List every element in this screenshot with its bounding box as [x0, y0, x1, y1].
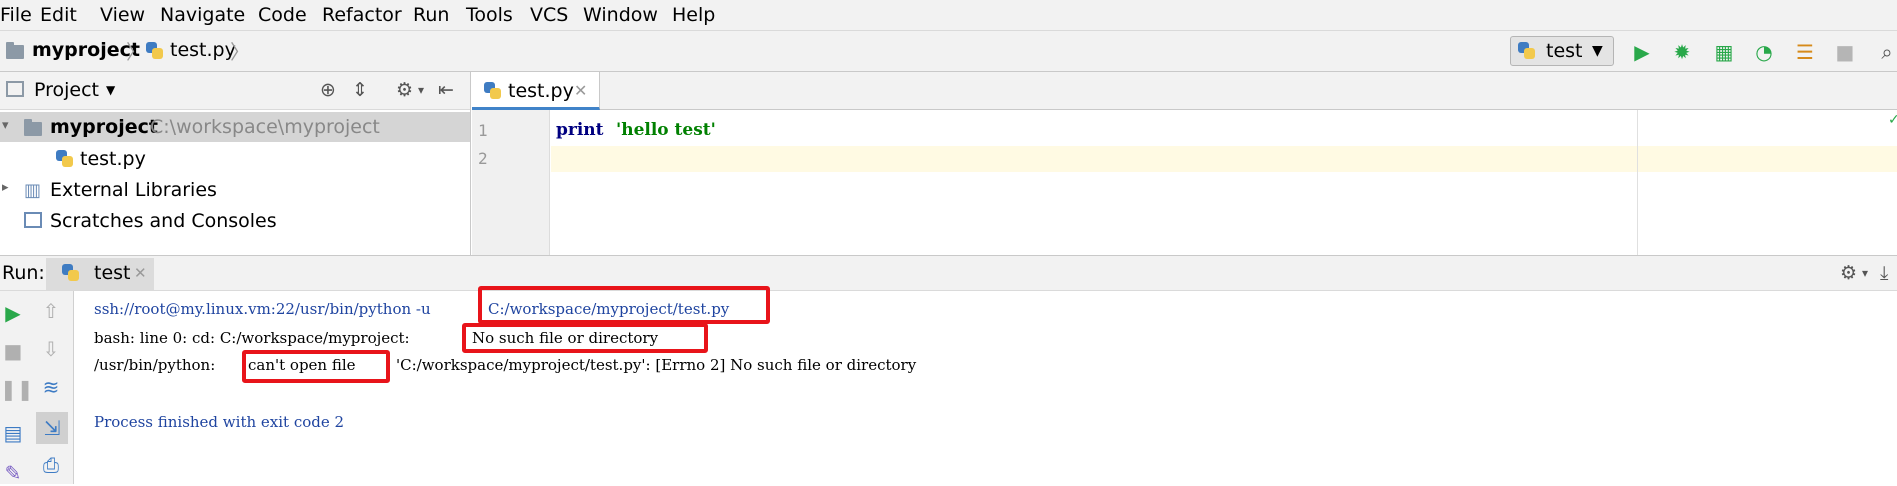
python-file-icon: [484, 82, 502, 100]
arrow-up-icon[interactable]: ⇧: [38, 298, 64, 324]
run-config-label: test: [1546, 40, 1583, 62]
soft-wrap-icon[interactable]: ≋: [38, 374, 64, 400]
debug-icon[interactable]: ✹: [1670, 40, 1694, 64]
breadcrumb-file[interactable]: test.py: [170, 38, 236, 62]
tree-file[interactable]: test.py: [80, 144, 146, 174]
python-run-icon: [62, 264, 80, 282]
editor-tab-bar: [472, 72, 1897, 110]
tree-scratches[interactable]: Scratches and Consoles: [50, 206, 277, 236]
restore-layout-icon[interactable]: ▤: [0, 420, 26, 446]
menu-help[interactable]: Help: [672, 3, 715, 27]
chevron-right-icon: 〉: [126, 40, 146, 64]
chevron-right-icon: 〉: [230, 40, 250, 64]
hide-panel-icon[interactable]: ⇤: [438, 77, 454, 103]
close-icon[interactable]: ✕: [134, 260, 147, 286]
menu-navigate[interactable]: Navigate: [160, 3, 245, 27]
menu-file[interactable]: File: [0, 3, 32, 27]
python-run-config-icon: [1518, 42, 1536, 60]
scroll-to-end-icon[interactable]: ⇲: [36, 412, 68, 444]
line-number: 1: [478, 121, 488, 140]
stop-icon[interactable]: ■: [0, 338, 26, 364]
line-number: 2: [478, 149, 488, 168]
minimize-icon[interactable]: ⤓: [1880, 260, 1888, 286]
chevron-down-icon[interactable]: ▼: [106, 77, 115, 103]
menu-edit[interactable]: Edit: [40, 3, 77, 27]
menu-code[interactable]: Code: [258, 3, 307, 27]
tree-external-libraries[interactable]: External Libraries: [50, 175, 217, 205]
gear-icon[interactable]: ⚙: [1840, 260, 1857, 286]
console-line-1-command: ssh://root@my.linux.vm:22/usr/bin/python…: [94, 300, 431, 318]
rerun-icon[interactable]: ▶: [0, 300, 26, 326]
python-file-icon: [146, 42, 164, 60]
folder-icon: [6, 42, 24, 59]
run-icon[interactable]: ▶: [1630, 40, 1654, 64]
console-line-3-prefix: /usr/bin/python:: [94, 356, 216, 374]
chevron-down-icon[interactable]: ▾: [2, 118, 9, 133]
chevron-right-icon[interactable]: ▸: [2, 180, 9, 195]
menu-run[interactable]: Run: [413, 3, 449, 27]
chevron-down-icon[interactable]: ▾: [418, 77, 424, 103]
profile-icon[interactable]: ◔: [1752, 40, 1776, 64]
menu-refactor[interactable]: Refactor: [322, 3, 402, 27]
library-icon: ▥: [24, 180, 42, 201]
locate-icon[interactable]: ⊕: [320, 77, 336, 103]
coverage-icon[interactable]: ▦: [1712, 40, 1736, 64]
highlight-box: [242, 350, 390, 383]
menu-window[interactable]: Window: [583, 3, 658, 27]
caret-line-highlight: [551, 146, 1897, 172]
gear-icon[interactable]: ⚙: [396, 77, 413, 103]
pause-icon[interactable]: ❚❚: [0, 376, 34, 402]
tree-root-name[interactable]: myproject: [50, 112, 158, 142]
code-keyword[interactable]: print: [556, 120, 604, 140]
settings-side-icon[interactable]: ✎: [0, 460, 26, 486]
menu-view[interactable]: View: [100, 3, 145, 27]
run-panel-header: [0, 255, 1897, 291]
concurrency-icon[interactable]: ☰: [1793, 40, 1817, 64]
tree-root-path: C:\workspace\myproject: [150, 116, 380, 138]
console-exit-message: Process finished with exit code 2: [94, 413, 345, 431]
project-view-icon: [6, 81, 24, 97]
console-line-3-detail: 'C:/workspace/myproject/test.py': [Errno…: [396, 356, 917, 374]
run-tab-label: test: [94, 262, 131, 284]
editor-tab-label: test.py: [508, 80, 574, 102]
python-file-icon: [56, 150, 74, 168]
search-icon[interactable]: ⌕: [1875, 40, 1897, 64]
collapse-all-icon[interactable]: ⇕: [352, 77, 368, 103]
chevron-down-icon[interactable]: ▾: [1862, 260, 1868, 286]
console-line-2-prefix: bash: line 0: cd: C:/workspace/myproject…: [94, 329, 410, 347]
inspection-ok-icon: ✓: [1888, 112, 1897, 128]
right-margin-guide: [1637, 110, 1638, 255]
arrow-down-icon[interactable]: ⇩: [38, 336, 64, 362]
breadcrumb-project[interactable]: myproject: [32, 38, 140, 62]
code-string[interactable]: 'hello test': [616, 120, 716, 140]
scratches-icon: [24, 212, 42, 228]
print-icon[interactable]: ⎙: [38, 452, 64, 478]
menu-tools[interactable]: Tools: [466, 3, 513, 27]
project-panel-title[interactable]: Project: [34, 77, 99, 103]
close-icon[interactable]: ✕: [574, 78, 587, 104]
menu-bar: File Edit View Navigate Code Refactor Ru…: [0, 0, 1897, 30]
highlight-box: [462, 323, 708, 353]
highlight-box: [478, 286, 770, 324]
run-panel-label: Run:: [2, 262, 45, 284]
chevron-down-icon: ▼: [1592, 43, 1603, 59]
menu-vcs[interactable]: VCS: [530, 3, 568, 27]
stop-icon[interactable]: ■: [1833, 40, 1857, 64]
folder-icon: [24, 119, 42, 136]
